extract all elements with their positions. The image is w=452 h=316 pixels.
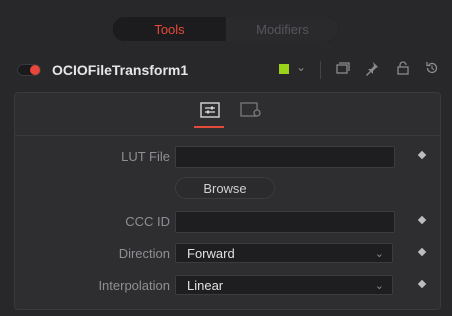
enable-toggle[interactable] <box>17 64 41 76</box>
interpolation-dropdown[interactable]: Linear ⌄ <box>175 275 393 295</box>
interpolation-value: Linear <box>187 278 224 293</box>
ccc-id-input[interactable] <box>175 211 395 233</box>
direction-dropdown[interactable]: Forward ⌄ <box>175 243 393 263</box>
keyframe-diamond-icon[interactable] <box>417 150 427 160</box>
reset-icon[interactable] <box>424 60 440 76</box>
active-tab-indicator <box>194 126 224 128</box>
direction-row: Direction Forward ⌄ <box>15 243 440 265</box>
chevron-down-icon: ⌄ <box>374 280 384 292</box>
lock-icon[interactable] <box>395 60 411 76</box>
lut-file-label: LUT File <box>121 149 170 164</box>
chevron-down-icon: ⌄ <box>374 248 384 260</box>
lut-file-row: LUT File <box>15 146 440 168</box>
window-icon[interactable] <box>335 60 351 76</box>
keyframe-diamond-icon[interactable] <box>417 279 427 289</box>
ccc-id-label: CCC ID <box>125 214 170 229</box>
keyframe-diamond-icon[interactable] <box>417 215 427 225</box>
settings-tab-icon[interactable] <box>240 102 261 118</box>
tool-title: OCIOFileTransform1 <box>52 62 189 78</box>
browse-button[interactable]: Browse <box>175 177 275 199</box>
ccc-id-row: CCC ID <box>15 211 440 233</box>
keyframe-diamond-icon[interactable] <box>417 247 427 257</box>
direction-label: Direction <box>118 246 170 261</box>
direction-value: Forward <box>187 246 235 261</box>
tab-modifiers[interactable]: Modifiers <box>226 17 339 41</box>
tool-tabs: Tools Modifiers <box>113 17 339 41</box>
header-divider <box>320 61 321 79</box>
lut-file-input[interactable] <box>175 146 395 168</box>
color-swatch[interactable] <box>279 64 289 74</box>
interpolation-label: Interpolation <box>98 278 170 293</box>
tool-header: OCIOFileTransform1 ⌄ <box>0 56 452 86</box>
tab-tools[interactable]: Tools <box>113 17 226 41</box>
controls-tab-icon[interactable] <box>200 102 220 118</box>
interpolation-row: Interpolation Linear ⌄ <box>15 275 440 297</box>
panel-tabs <box>15 93 440 136</box>
tool-controls-panel: LUT File Browse CCC ID Direction Forward… <box>14 92 441 310</box>
chevron-down-icon[interactable]: ⌄ <box>296 60 306 74</box>
enable-dot-icon <box>30 65 40 75</box>
pin-icon[interactable] <box>364 60 380 76</box>
